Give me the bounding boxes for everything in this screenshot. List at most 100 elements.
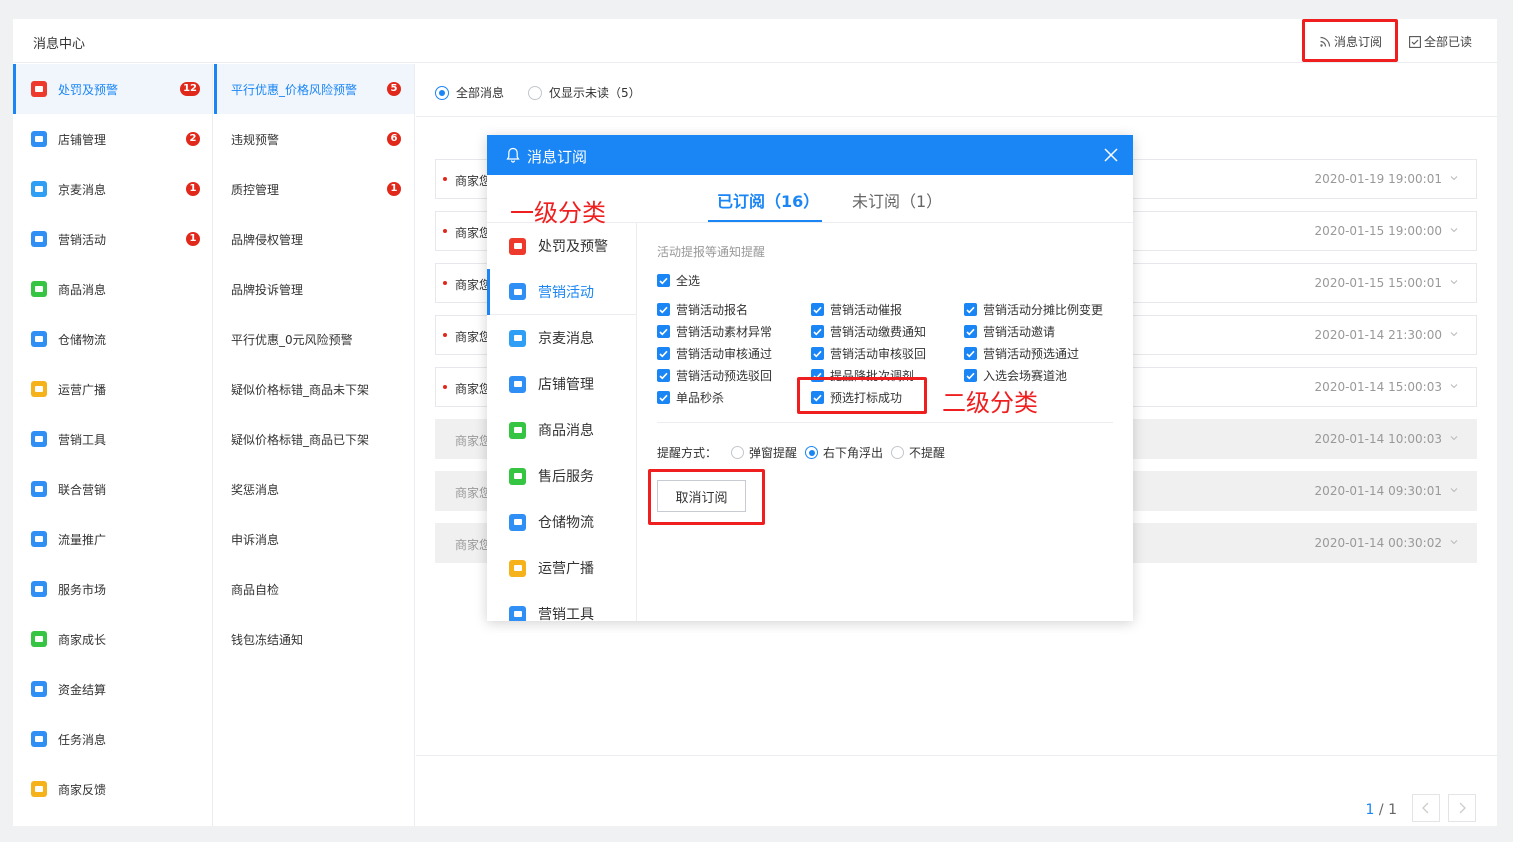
dialog-category-item[interactable]: 京麦消息 xyxy=(487,315,636,361)
next-page-button[interactable] xyxy=(1448,794,1476,822)
filter-unread[interactable]: 仅显示未读（5） xyxy=(528,84,641,101)
subcategory-item[interactable]: 平行优惠_0元风险预警 xyxy=(214,314,414,364)
subcategory-item[interactable]: 申诉消息 xyxy=(214,514,414,564)
remind-option[interactable]: 右下角浮出 xyxy=(805,444,883,461)
subcategory-label: 品牌投诉管理 xyxy=(231,282,304,297)
chevron-down-icon[interactable] xyxy=(1450,382,1458,390)
category-label: 仓储物流 xyxy=(58,332,107,347)
subscription-option-checkbox[interactable]: 营销活动分摊比例变更 xyxy=(964,301,1103,318)
subscription-option-checkbox[interactable]: 营销活动邀请 xyxy=(964,323,1055,340)
subscription-option-label: 营销活动审核通过 xyxy=(676,347,773,361)
category-item[interactable]: 营销工具 xyxy=(13,414,212,464)
category-item[interactable]: 仓储物流 xyxy=(13,314,212,364)
dialog-category-item[interactable]: 运营广播 xyxy=(487,545,636,591)
category-label: 运营广播 xyxy=(58,382,107,397)
category-item[interactable]: 处罚及预警 12 xyxy=(13,64,212,114)
subscription-option-checkbox[interactable]: 营销活动素材异常 xyxy=(657,323,772,340)
truck-icon xyxy=(509,513,526,531)
subscription-option-checkbox[interactable]: 营销活动预选驳回 xyxy=(657,367,772,384)
subscription-option-checkbox[interactable]: 营销活动缴费通知 xyxy=(811,323,926,340)
category-item[interactable]: 商家反馈 xyxy=(13,764,212,814)
filter-all[interactable]: 全部消息 xyxy=(435,84,504,101)
category-item[interactable]: 联合营销 xyxy=(13,464,212,514)
select-all-checkbox[interactable]: 全选 xyxy=(657,272,700,289)
subscription-option-checkbox[interactable]: 营销活动预选通过 xyxy=(964,345,1079,362)
category-item[interactable]: 资金结算 xyxy=(13,664,212,714)
subcategory-item[interactable]: 品牌侵权管理 xyxy=(214,214,414,264)
subscription-option-checkbox[interactable]: 营销活动审核通过 xyxy=(657,345,772,362)
dialog-category-item[interactable]: 店铺管理 xyxy=(487,361,636,407)
dialog-category-item[interactable]: 仓储物流 xyxy=(487,499,636,545)
tab-unsubscribed[interactable]: 未订阅（1） xyxy=(852,188,942,212)
dialog-category-item[interactable]: 售后服务 xyxy=(487,453,636,499)
category-label: 营销活动 xyxy=(58,232,107,247)
dialog-category-item[interactable]: 处罚及预警 xyxy=(487,223,636,269)
chevron-down-icon[interactable] xyxy=(1450,434,1458,442)
category-item[interactable]: 流量推广 xyxy=(13,514,212,564)
read-all-button[interactable]: 全部已读 xyxy=(1409,33,1472,50)
subcategory-item[interactable]: 质控管理 1 xyxy=(214,164,414,214)
chevron-down-icon[interactable] xyxy=(1450,330,1458,338)
truck-icon xyxy=(31,331,47,347)
chevron-down-icon[interactable] xyxy=(1450,174,1458,182)
category-item[interactable]: 任务消息 xyxy=(13,714,212,764)
chevron-down-icon[interactable] xyxy=(1450,538,1458,546)
category-label: 处罚及预警 xyxy=(58,82,119,97)
remind-option[interactable]: 不提醒 xyxy=(891,444,945,461)
filter-all-radio[interactable] xyxy=(435,85,449,100)
chevron-down-icon[interactable] xyxy=(1450,226,1458,234)
subscription-option-checkbox[interactable]: 营销活动催报 xyxy=(811,301,902,318)
message-title: 商家您 xyxy=(455,330,492,344)
subscription-option-checkbox[interactable]: 营销活动报名 xyxy=(657,301,748,318)
checkbox-icon xyxy=(1409,35,1421,48)
subcategory-item[interactable]: 疑似价格标错_商品未下架 xyxy=(214,364,414,414)
tab-subscribed[interactable]: 已订阅（16） xyxy=(717,188,819,212)
category-item[interactable]: 营销活动 1 xyxy=(13,214,212,264)
subcategory-label: 质控管理 xyxy=(231,182,280,197)
category-item[interactable]: 运营广播 xyxy=(13,364,212,414)
checkbox-checked-icon xyxy=(964,347,977,360)
subcategory-item[interactable]: 品牌投诉管理 xyxy=(214,264,414,314)
category-label: 任务消息 xyxy=(58,732,107,747)
remind-option[interactable]: 弹窗提醒 xyxy=(731,444,797,461)
divider xyxy=(657,422,1113,423)
remind-radio[interactable] xyxy=(805,446,819,459)
subscription-option-checkbox[interactable]: 营销活动审核驳回 xyxy=(811,345,926,362)
unread-badge: 2 xyxy=(186,132,200,146)
chevron-down-icon[interactable] xyxy=(1450,486,1458,494)
subcategory-item[interactable]: 疑似价格标错_商品已下架 xyxy=(214,414,414,464)
category-item[interactable]: 京麦消息 1 xyxy=(13,164,212,214)
subscription-option-label: 营销活动审核驳回 xyxy=(830,347,927,361)
dialog-category-item[interactable]: 营销活动 xyxy=(487,269,636,315)
subcategory-sidebar: 平行优惠_价格风险预警 5 违规预警 6 质控管理 1 品牌侵权管理 品牌投诉管理平行优惠_0… xyxy=(214,64,415,826)
subcategory-item[interactable]: 违规预警 6 xyxy=(214,114,414,164)
category-item[interactable]: 服务市场 xyxy=(13,564,212,614)
close-icon[interactable] xyxy=(1104,148,1118,162)
subscription-option-checkbox[interactable]: 单品秒杀 xyxy=(657,389,724,406)
subcategory-item[interactable]: 平行优惠_价格风险预警 5 xyxy=(214,64,414,114)
dialog-category-item[interactable]: 营销工具 xyxy=(487,591,636,621)
filter-unread-radio[interactable] xyxy=(528,85,543,100)
unread-badge: 1 xyxy=(186,232,200,246)
filter-unread-label: 仅显示未读（5） xyxy=(549,86,641,100)
prev-page-button[interactable] xyxy=(1412,794,1440,822)
subcategory-item[interactable]: 商品自检 xyxy=(214,564,414,614)
category-item[interactable]: 商家成长 xyxy=(13,614,212,664)
category-item[interactable]: 店铺管理 2 xyxy=(13,114,212,164)
remind-label: 提醒方式： xyxy=(657,446,718,460)
subcategory-label: 品牌侵权管理 xyxy=(231,232,304,247)
message-time: 2020-01-19 19:00:01 xyxy=(1314,172,1442,186)
remind-radio[interactable] xyxy=(891,446,905,459)
subscription-option-checkbox[interactable]: 入选会场赛道池 xyxy=(964,367,1067,384)
category-item[interactable]: 商品消息 xyxy=(13,264,212,314)
subscription-option-label: 营销活动报名 xyxy=(676,303,749,317)
chevron-down-icon[interactable] xyxy=(1450,278,1458,286)
unread-dot xyxy=(443,385,447,389)
dialog-category-item[interactable]: 商品消息 xyxy=(487,407,636,453)
subcategory-item[interactable]: 奖惩消息 xyxy=(214,464,414,514)
subcategory-item[interactable]: 钱包冻结通知 xyxy=(214,614,414,664)
remind-option-label: 右下角浮出 xyxy=(823,446,884,460)
remind-radio[interactable] xyxy=(731,446,745,459)
category-label: 店铺管理 xyxy=(58,132,107,147)
remind-option-label: 弹窗提醒 xyxy=(749,446,798,460)
